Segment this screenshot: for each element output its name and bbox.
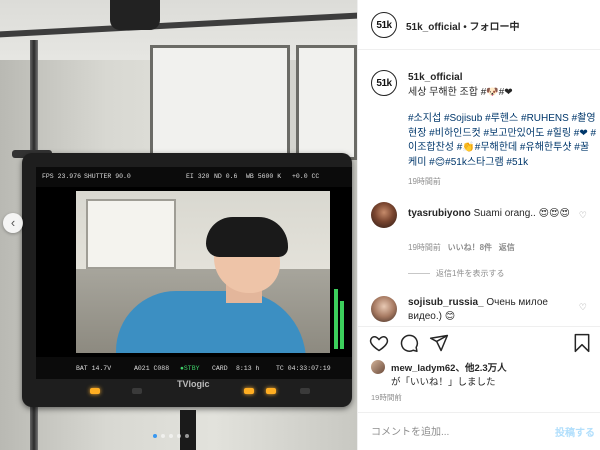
monitor-hud-bottom: BAT 14.7V A021 C088 ●STBY CARD 8:13 h TC…	[36, 357, 352, 379]
share-icon[interactable]	[429, 333, 449, 353]
caption-avatar[interactable]: 51k	[371, 70, 397, 96]
hud-shutter: SHUTTER 90.0	[84, 173, 131, 180]
likes-line: mew_ladym62、他2.3万人	[391, 360, 507, 374]
hud-media: A021 C088	[134, 365, 170, 372]
comment-meta: 19時間前 いいね！8件 返信	[408, 242, 515, 253]
carousel-dot	[161, 434, 165, 438]
monitor-button	[300, 388, 310, 394]
post-timestamp: 19時間前	[371, 393, 402, 402]
caption-text: 세상 무해한 조합 #🐶#❤	[408, 87, 513, 98]
chevron-left-icon: ‹	[10, 215, 16, 230]
audio-level-meter	[334, 199, 348, 349]
comment-time: 19時間前	[408, 243, 441, 252]
hud-remaining: 8:13 h	[236, 365, 260, 372]
comment-like-heart-icon[interactable]: ♡	[579, 302, 587, 313]
carousel-dots	[153, 434, 189, 438]
post-side-panel: 51k 51k_official • フォロー中 51k 51k_officia…	[357, 0, 600, 450]
monitor-brand-logo: TVlogic	[177, 379, 210, 389]
comment-like-heart-icon[interactable]: ♡	[579, 210, 587, 221]
comment-text: Suami orang.. 😍😍😍	[473, 208, 570, 219]
carousel-dot	[153, 434, 157, 438]
hud-nd: ND 0.6	[214, 173, 238, 180]
hud-wb: WB 5600 K	[246, 173, 282, 180]
monitor-hud-top: FPS 23.976 SHUTTER 90.0 EI 320 ND 0.6 WB…	[36, 167, 352, 187]
header-text: 51k_official • フォロー中	[406, 18, 520, 33]
follow-status-button[interactable]: フォロー中	[470, 22, 520, 33]
comment-input[interactable]	[371, 424, 546, 440]
comment-avatar[interactable]	[371, 296, 397, 322]
hud-status: ●STBY	[180, 365, 200, 372]
comment-likes[interactable]: いいね！8件	[448, 243, 492, 252]
comment-text-line: sojisub_russia_ Очень милое видео.) 😊	[408, 296, 583, 324]
hud-battery: BAT 14.7V	[76, 365, 112, 372]
monitor-button	[244, 388, 254, 394]
photo-window	[150, 45, 290, 160]
comment-avatar[interactable]	[371, 202, 397, 228]
comment-box: 投稿する	[358, 412, 600, 450]
monitor-screen: FPS 23.976 SHUTTER 90.0 EI 320 ND 0.6 WB…	[36, 167, 352, 379]
photo-window-right	[296, 45, 357, 160]
liker-username[interactable]: mew_ladym62	[391, 363, 455, 374]
carousel-dot	[169, 434, 173, 438]
carousel-dot	[177, 434, 181, 438]
post-actions-bar	[358, 326, 600, 356]
comments-area: 51k 51k_official 세상 무해한 조합 #🐶#❤ #소지섭 #So…	[358, 50, 600, 326]
post-comment-button[interactable]: 投稿する	[555, 424, 595, 439]
hud-timecode: TC 04:33:07:19	[276, 365, 331, 372]
hud-ei: EI 320	[186, 173, 210, 180]
likes-line-suffix: が「いいね！」しました	[391, 377, 496, 388]
scene-window	[86, 199, 176, 269]
caption-timestamp: 19時間前	[408, 177, 441, 186]
comment-text-line: tyasrubiyono Suami orang.. 😍😍😍	[408, 208, 570, 219]
hud-tint: +0.0 CC	[292, 173, 320, 180]
comment-username[interactable]: sojisub_russia_	[408, 297, 484, 308]
bookmark-icon[interactable]	[572, 333, 592, 353]
heart-icon[interactable]	[369, 333, 389, 353]
comment-reply-button[interactable]: 返信	[499, 243, 515, 252]
post-photo[interactable]: FPS 23.976 SHUTTER 90.0 EI 320 ND 0.6 WB…	[0, 0, 357, 450]
monitor-button	[266, 388, 276, 394]
monitor-mount	[180, 410, 196, 450]
photo-studio-lamp	[110, 0, 160, 30]
header-separator: •	[460, 22, 470, 33]
header-username[interactable]: 51k_official	[406, 22, 460, 33]
carousel-dot	[185, 434, 189, 438]
caption-hashtags[interactable]: #소지섭 #Sojisub #루헨스 #RUHENS #촬영현장 #비하인드컷 …	[408, 112, 598, 170]
comment-icon[interactable]	[399, 333, 419, 353]
comment-username[interactable]: tyasrubiyono	[408, 208, 471, 219]
caption-username[interactable]: 51k_official	[408, 72, 462, 83]
likes-summary: mew_ladym62、他2.3万人 が「いいね！」しました	[358, 356, 600, 390]
likes-count[interactable]: 、他2.3万人	[455, 363, 506, 374]
hud-fps: FPS 23.976	[42, 173, 82, 180]
field-monitor: FPS 23.976 SHUTTER 90.0 EI 320 ND 0.6 WB…	[22, 153, 352, 407]
post-header: 51k 51k_official • フォロー中	[358, 0, 600, 50]
monitor-button	[90, 388, 100, 394]
view-replies-button[interactable]: 返信1件を表示する	[408, 268, 504, 279]
liker-avatar[interactable]	[371, 360, 385, 374]
avatar[interactable]: 51k	[371, 12, 397, 38]
monitor-button	[132, 388, 142, 394]
instagram-post-view: FPS 23.976 SHUTTER 90.0 EI 320 ND 0.6 WB…	[0, 0, 600, 450]
scene-person-hair	[206, 217, 288, 257]
carousel-prev-button[interactable]: ‹	[3, 213, 23, 233]
monitor-scene-image	[76, 191, 330, 353]
hud-card: CARD	[212, 365, 228, 372]
